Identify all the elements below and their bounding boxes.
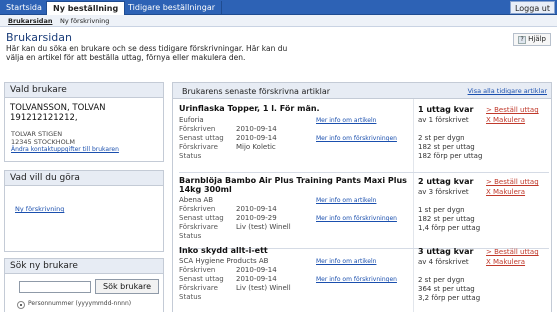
page-title: Brukarsidan xyxy=(6,31,72,44)
search-customer-panel: Sök ny brukare Sök brukare Personnummer … xyxy=(4,258,164,312)
remaining-sub: av 3 förskrivet xyxy=(418,188,469,196)
search-input[interactable] xyxy=(19,281,91,293)
order-withdrawal-link[interactable]: > Beställ uttag xyxy=(486,178,539,186)
search-customer-button[interactable]: Sök brukare xyxy=(95,279,159,294)
prescription-info-link[interactable]: Mer info om förskrivningen xyxy=(316,276,397,283)
remaining-withdrawals: 3 uttag kvar xyxy=(418,247,474,256)
prescribed-label: Förskriven xyxy=(179,266,216,274)
cancel-prescription-link[interactable]: X Makulera xyxy=(486,116,525,124)
customer-personnummer: 191212121212, xyxy=(10,113,78,123)
tab-startsida[interactable]: Startsida xyxy=(0,1,49,15)
sub-tab-bar: Brukarsidan Ny förskrivning xyxy=(0,15,557,27)
last-withdrawal-date: 2010-09-14 xyxy=(236,134,277,142)
status-label: Status xyxy=(179,232,202,240)
remaining-withdrawals: 1 uttag kvar xyxy=(418,105,474,114)
help-icon: ? xyxy=(518,36,527,44)
tab-tidigare-bestallningar[interactable]: Tidigare beställningar xyxy=(122,1,223,15)
remaining-sub: av 1 förskrivet xyxy=(418,116,469,124)
article-manufacturer: Euforia xyxy=(179,116,204,124)
prescriber-name: Mijo Koletic xyxy=(236,143,276,151)
last-withdrawal-label: Senast uttag xyxy=(179,275,224,283)
customer-street: TOLVAR STIGEN xyxy=(11,130,63,138)
edit-contact-link[interactable]: Ändra kontaktuppgifter till brukaren xyxy=(11,146,119,153)
selected-customer-heading: Vald brukare xyxy=(5,83,163,98)
article-name: Urinflaska Topper, 1 l. För män. xyxy=(179,104,320,113)
per-day: 2 st per dygn xyxy=(418,276,465,284)
selected-customer-panel: Vald brukare TOLVANSSON, TOLVAN 19121212… xyxy=(4,82,164,162)
last-withdrawal-label: Senast uttag xyxy=(179,134,224,142)
prescriber-label: Förskrivare xyxy=(179,223,218,231)
top-tab-bar: Startsida Ny beställning Tidigare bestäl… xyxy=(0,0,557,16)
tab-ny-bestallning[interactable]: Ny beställning xyxy=(46,1,126,16)
personnummer-radio-label: Personnummer (yyyymmdd-nnnn) xyxy=(28,300,132,307)
status-label: Status xyxy=(179,293,202,301)
status-label: Status xyxy=(179,152,202,160)
prescribed-label: Förskriven xyxy=(179,125,216,133)
prescribed-date: 2010-09-14 xyxy=(236,125,277,133)
item-separator xyxy=(179,172,549,173)
recent-articles-title: Brukarens senaste förskrivna artiklar xyxy=(182,87,331,96)
customer-name: TOLVANSSON, TOLVAN xyxy=(10,103,106,113)
help-label: Hjälp xyxy=(528,35,546,43)
article-manufacturer: SCA Hygiene Products AB xyxy=(179,257,269,265)
packages-per-withdrawal: 3,2 förp per uttag xyxy=(418,294,481,302)
customer-city: 12345 STOCKHOLM xyxy=(11,138,75,146)
article-name: Barnblöja Bambo Air Plus Training Pants … xyxy=(179,176,407,194)
page-intro: Här kan du söka en brukare och se dess t… xyxy=(6,44,288,62)
remaining-sub: av 4 förskrivet xyxy=(418,258,469,266)
remaining-withdrawals: 2 uttag kvar xyxy=(418,177,474,186)
per-day: 1 st per dygn xyxy=(418,206,465,214)
new-prescription-link[interactable]: Ny förskrivning xyxy=(15,205,64,213)
order-withdrawal-link[interactable]: > Beställ uttag xyxy=(486,248,539,256)
last-withdrawal-date: 2010-09-14 xyxy=(236,275,277,283)
per-withdrawal: 364 st per uttag xyxy=(418,285,475,293)
last-withdrawal-date: 2010-09-29 xyxy=(236,214,277,222)
per-withdrawal: 182 st per uttag xyxy=(418,143,475,151)
cancel-prescription-link[interactable]: X Makulera xyxy=(486,258,525,266)
subtab-brukarsidan[interactable]: Brukarsidan xyxy=(4,16,56,26)
article-info-link[interactable]: Mer info om artikeln xyxy=(316,117,376,124)
prescriber-name: Liv (test) Winell xyxy=(236,223,291,231)
packages-per-withdrawal: 182 förp per uttag xyxy=(418,152,483,160)
logout-button[interactable]: Logga ut xyxy=(509,1,555,14)
last-withdrawal-label: Senast uttag xyxy=(179,214,224,222)
prescription-info-link[interactable]: Mer info om förskrivningen xyxy=(316,135,397,142)
article-info-link[interactable]: Mer info om artikeln xyxy=(316,197,376,204)
order-withdrawal-link[interactable]: > Beställ uttag xyxy=(486,106,539,114)
per-day: 2 st per dygn xyxy=(418,134,465,142)
prescribed-label: Förskriven xyxy=(179,205,216,213)
prescribed-date: 2010-09-14 xyxy=(236,205,277,213)
what-to-do-heading: Vad vill du göra xyxy=(5,171,163,186)
article-manufacturer: Abena AB xyxy=(179,196,214,204)
help-button[interactable]: ? Hjälp xyxy=(513,33,551,46)
per-withdrawal: 182 st per uttag xyxy=(418,215,475,223)
prescriber-name: Liv (test) Winell xyxy=(236,284,291,292)
show-all-articles-link[interactable]: Visa alla tidigare artiklar xyxy=(468,87,547,95)
prescriber-label: Förskrivare xyxy=(179,284,218,292)
prescribed-date: 2010-09-14 xyxy=(236,266,277,274)
recent-articles-panel: Brukarens senaste förskrivna artiklar Vi… xyxy=(172,82,552,312)
article-info-link[interactable]: Mer info om artikeln xyxy=(316,258,376,265)
recent-articles-header: Brukarens senaste förskrivna artiklar Vi… xyxy=(173,83,551,99)
prescriber-label: Förskrivare xyxy=(179,143,218,151)
column-divider xyxy=(413,99,414,312)
cancel-prescription-link[interactable]: X Makulera xyxy=(486,188,525,196)
subtab-ny-forskrivning[interactable]: Ny förskrivning xyxy=(56,16,113,26)
search-customer-heading: Sök ny brukare xyxy=(5,259,163,274)
prescription-info-link[interactable]: Mer info om förskrivningen xyxy=(316,215,397,222)
article-name: Inko skydd allt-i-ett xyxy=(179,246,268,255)
what-to-do-panel: Vad vill du göra Ny förskrivning xyxy=(4,170,164,252)
personnummer-radio[interactable] xyxy=(17,301,25,309)
packages-per-withdrawal: 1,4 förp per uttag xyxy=(418,224,481,232)
